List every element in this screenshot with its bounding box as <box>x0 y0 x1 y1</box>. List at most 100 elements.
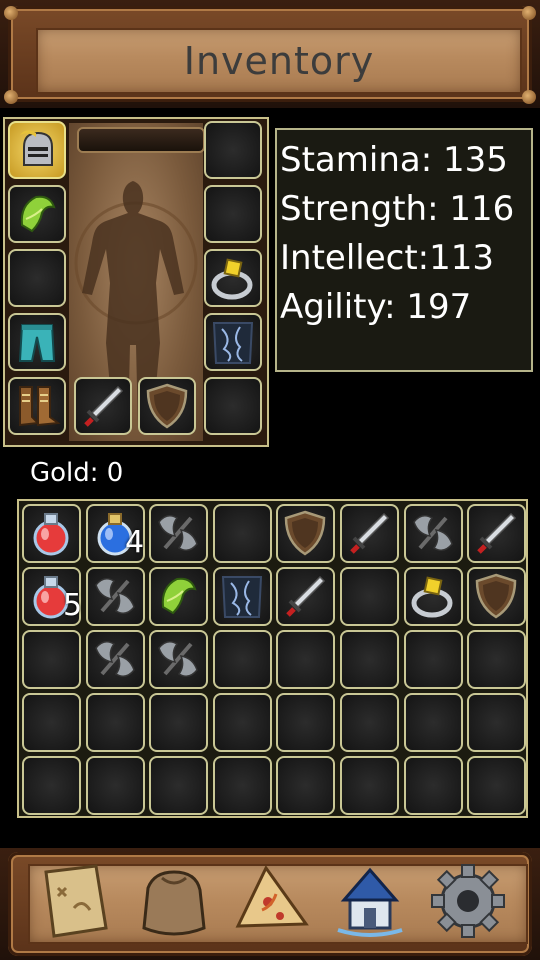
food-button[interactable] <box>232 858 312 944</box>
stat-agility: Agility: 197 <box>280 287 472 327</box>
header-plank: Inventory <box>8 6 532 102</box>
pizza-icon <box>235 865 309 928</box>
equip-slot-shoulders[interactable] <box>8 185 66 243</box>
bag-slot-empty[interactable] <box>212 630 272 689</box>
bag-slot-empty[interactable] <box>467 630 527 689</box>
axe-icon <box>412 515 453 551</box>
sword-icon <box>84 385 124 427</box>
shield-icon <box>146 383 188 429</box>
stat-stamina: Stamina: 135 <box>280 140 508 180</box>
map-icon <box>44 864 108 938</box>
title-plate: Inventory <box>36 28 522 94</box>
equip-slot-empty[interactable] <box>204 121 262 179</box>
shoulder-pad-icon <box>20 195 56 233</box>
bag-slot-chest-armor[interactable] <box>212 567 272 626</box>
bag-slot-empty[interactable] <box>212 504 272 563</box>
corner-rivet <box>522 90 536 104</box>
blue-potion-icon <box>97 513 133 556</box>
bag-slot-empty[interactable] <box>403 693 463 752</box>
bag-slot-ring[interactable] <box>403 567 463 626</box>
boots-icon <box>19 386 61 427</box>
bag-slot-blue-potion[interactable] <box>85 504 145 563</box>
bag-slot-empty[interactable] <box>212 693 272 752</box>
bag-slot-red-potion[interactable] <box>22 504 81 563</box>
gold-counter: Gold: 0 <box>30 458 124 488</box>
bag-button[interactable] <box>134 858 214 944</box>
bag-slot-sword[interactable] <box>467 504 527 563</box>
bag-slot-empty[interactable] <box>340 756 399 815</box>
bag-slot-axe[interactable] <box>85 567 145 626</box>
bag-slot-axe[interactable] <box>149 630 209 689</box>
map-button[interactable] <box>36 858 116 944</box>
bag-slot-sword[interactable] <box>276 567 336 626</box>
red-potion-icon <box>33 513 69 556</box>
bag-slot-empty[interactable] <box>467 693 527 752</box>
axe-icon <box>158 515 199 551</box>
bag-slot-empty[interactable] <box>212 756 272 815</box>
equip-slot-chest[interactable] <box>204 313 262 371</box>
equip-slot-ring[interactable] <box>204 249 262 307</box>
shield-icon <box>285 510 326 556</box>
bag-slot-red-potion[interactable] <box>22 567 81 626</box>
axe-icon <box>94 578 135 614</box>
bag-slot-empty[interactable] <box>149 756 209 815</box>
bag-slot-empty[interactable] <box>403 756 463 815</box>
bag-slot-empty[interactable] <box>340 630 399 689</box>
corner-rivet <box>522 6 536 20</box>
bag-slot-axe[interactable] <box>85 630 145 689</box>
bag-slot-axe[interactable] <box>149 504 209 563</box>
sword-icon <box>350 512 390 554</box>
bag-slot-shoulder-pad[interactable] <box>149 567 209 626</box>
equip-slot-empty[interactable] <box>204 185 262 243</box>
character-name-bar <box>77 127 205 153</box>
settings-button[interactable] <box>428 858 508 944</box>
shield-icon <box>475 573 517 619</box>
stat-intellect: Intellect:113 <box>280 238 495 278</box>
inventory-grid: 45 <box>17 499 528 818</box>
castle-icon <box>337 867 403 937</box>
page-title: Inventory <box>183 39 375 83</box>
sword-icon <box>477 512 517 554</box>
axe-icon <box>94 641 135 677</box>
bag-slot-empty[interactable] <box>340 693 399 752</box>
header-bar: Inventory <box>0 0 540 108</box>
bag-slot-empty[interactable] <box>22 630 81 689</box>
bag-slot-empty[interactable] <box>276 630 336 689</box>
bag-slot-shield[interactable] <box>467 567 527 626</box>
bag-slot-empty[interactable] <box>276 756 336 815</box>
shoulder-pad-icon <box>161 577 197 615</box>
town-button[interactable] <box>330 858 410 944</box>
equip-slot-empty[interactable] <box>204 377 262 435</box>
equipment-panel <box>3 117 269 447</box>
pants-icon <box>18 324 56 362</box>
equip-slot-off-hand[interactable] <box>138 377 196 435</box>
helmet-icon <box>20 130 53 166</box>
corner-rivet <box>4 90 18 104</box>
bag-slot-empty[interactable] <box>149 693 209 752</box>
bag-slot-axe[interactable] <box>403 504 463 563</box>
chest-armor-icon <box>221 576 262 618</box>
stats-panel: Stamina: 135 Strength: 116 Intellect:113… <box>275 128 533 372</box>
ring-icon <box>411 576 453 618</box>
bag-icon <box>142 870 206 936</box>
bag-slot-empty[interactable] <box>467 756 527 815</box>
bag-slot-empty[interactable] <box>22 693 81 752</box>
equip-slot-main-hand[interactable] <box>74 377 132 435</box>
bag-slot-sword[interactable] <box>340 504 399 563</box>
bag-slot-empty[interactable] <box>276 693 336 752</box>
bag-slot-empty[interactable] <box>22 756 81 815</box>
bag-slot-empty[interactable] <box>340 567 399 626</box>
equip-slot-legs[interactable] <box>8 313 66 371</box>
bag-slot-empty[interactable] <box>85 756 145 815</box>
ring-icon <box>211 258 253 300</box>
equip-slot-empty[interactable] <box>8 249 66 307</box>
equip-slot-feet[interactable] <box>8 377 66 435</box>
bag-slot-empty[interactable] <box>85 693 145 752</box>
equip-slot-head[interactable] <box>8 121 66 179</box>
stat-strength: Strength: 116 <box>280 189 515 229</box>
axe-icon <box>158 641 199 677</box>
chest-armor-icon <box>212 322 254 364</box>
bag-slot-shield[interactable] <box>276 504 336 563</box>
bag-slot-empty[interactable] <box>403 630 463 689</box>
red-potion-icon <box>33 576 69 619</box>
